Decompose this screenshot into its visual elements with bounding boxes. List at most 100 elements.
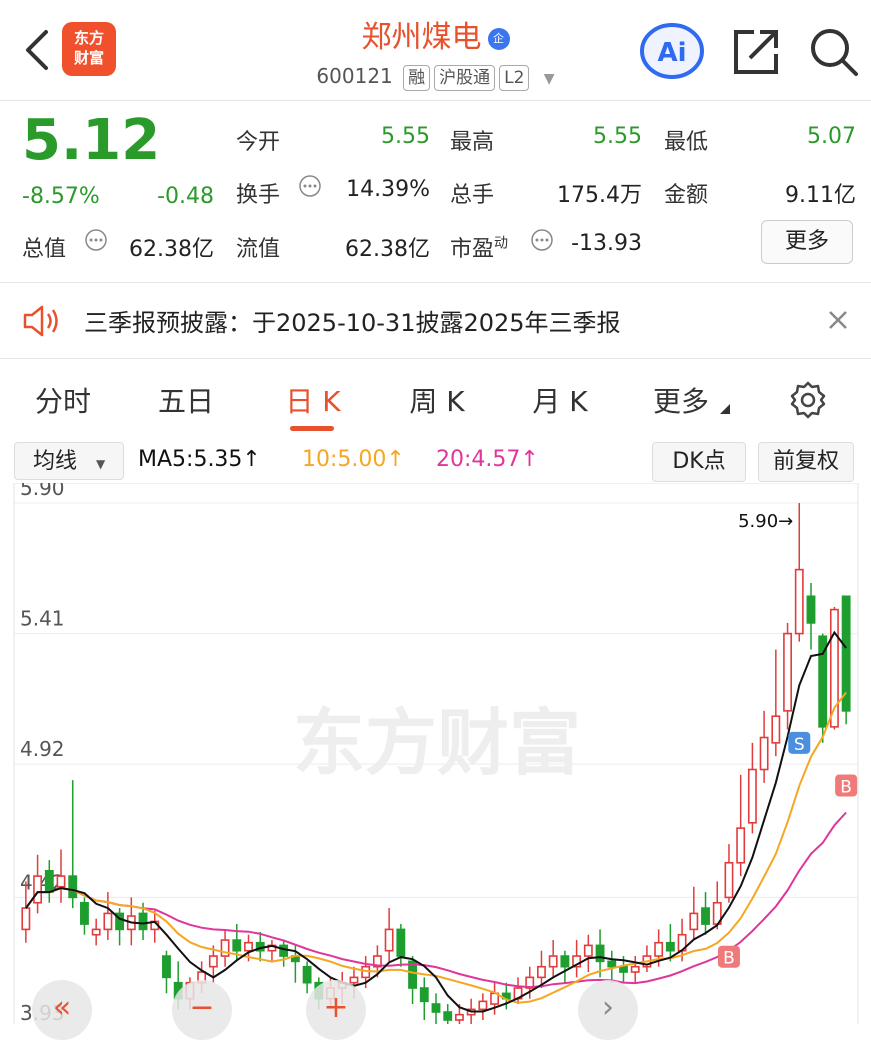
y-tick-label: 4.92	[20, 737, 65, 761]
buy-signal: B	[840, 777, 852, 797]
more-button[interactable]: 更多	[761, 220, 853, 264]
divider	[0, 100, 871, 101]
open-value: 5.55	[381, 124, 430, 149]
amount-value: 9.11亿	[785, 183, 856, 208]
divider	[0, 358, 871, 359]
change-amount: -0.48	[157, 184, 214, 209]
candle-body	[630, 965, 640, 973]
zoom-out-button[interactable]: −	[172, 980, 232, 1040]
candle-body	[759, 736, 769, 771]
settings-gear-icon[interactable]	[788, 380, 828, 420]
pe-superscript: 动	[494, 235, 509, 252]
speaker-icon	[23, 305, 58, 337]
y-axis-labels: 5.905.414.924.423.93	[20, 483, 65, 1024]
candle-body	[806, 595, 816, 624]
ma5-value: MA5:5.35↑	[138, 447, 261, 472]
tag-connect: 沪股通	[434, 65, 496, 91]
candle-body	[724, 861, 734, 899]
search-icon[interactable]	[808, 26, 860, 78]
tab-monthly-k[interactable]: 月 K	[527, 380, 593, 420]
market-cap-value: 62.38亿	[129, 237, 214, 262]
candle-body	[619, 965, 628, 973]
candle-body	[747, 768, 757, 824]
sell-signal: S	[794, 735, 805, 755]
enterprise-badge: 企	[487, 27, 510, 50]
info-dots-icon[interactable]	[298, 174, 322, 198]
share-icon[interactable]	[732, 28, 780, 76]
market-cap-label: 总值	[22, 237, 67, 262]
float-cap-label: 流值	[236, 237, 281, 262]
candle-body	[232, 939, 242, 952]
tab-five-day[interactable]: 五日	[150, 380, 222, 420]
buy-signal: B	[723, 949, 735, 969]
low-value: 5.07	[807, 124, 856, 149]
ai-label: Ai	[657, 38, 686, 68]
info-dots-icon[interactable]	[530, 228, 554, 252]
close-icon[interactable]	[826, 308, 850, 332]
info-dots-icon[interactable]	[84, 228, 108, 252]
candle-body	[162, 955, 171, 979]
current-price: 5.12	[22, 108, 161, 173]
candle-body	[44, 869, 54, 893]
candle-body	[91, 928, 101, 936]
ai-assistant-icon[interactable]: Ai	[638, 22, 706, 80]
candle-body	[701, 907, 710, 925]
zoom-in-button[interactable]: +	[306, 980, 366, 1040]
candle-body	[783, 632, 792, 712]
candle-body	[33, 875, 43, 904]
candle-body	[665, 941, 675, 952]
candle-body	[583, 944, 593, 957]
tag-margin: 融	[403, 65, 431, 91]
dk-label: DK点	[672, 449, 726, 474]
dk-point-button[interactable]: DK点	[652, 442, 746, 482]
tag-level2: L2	[499, 65, 530, 91]
candle-body	[103, 912, 113, 931]
ma10-value: 10:5.00↑	[302, 447, 405, 472]
pe-label-text: 市盈	[450, 237, 495, 262]
tab-intraday[interactable]: 分时	[28, 380, 98, 420]
candle-body	[607, 960, 617, 968]
y-tick-label: 5.41	[20, 607, 65, 631]
open-label: 今开	[236, 130, 281, 155]
dropdown-caret-icon[interactable]: ▼	[544, 71, 555, 87]
tab-more[interactable]: 更多	[646, 380, 716, 420]
low-label: 最低	[664, 130, 709, 155]
adjust-price-button[interactable]: 前复权	[758, 442, 854, 482]
candle-body	[396, 928, 406, 957]
amount-label: 金额	[664, 183, 709, 208]
candle-body	[548, 955, 558, 968]
candle-body	[21, 907, 31, 931]
volume-label: 总手	[450, 183, 495, 208]
high-label: 最高	[450, 130, 495, 155]
candle-body	[431, 1003, 441, 1013]
candle-body	[537, 965, 546, 979]
stock-code: 600121	[316, 64, 393, 88]
turnover-label: 换手	[236, 183, 281, 208]
candle-body	[68, 875, 78, 899]
candle-body	[654, 941, 664, 957]
scroll-right-button[interactable]: ›	[578, 980, 638, 1040]
candle-body	[302, 965, 312, 984]
tab-daily-k[interactable]: 日 K	[280, 380, 346, 420]
notice-text: 三季报预披露：于2025-10-31披露2025年三季报	[84, 309, 621, 337]
pe-value: -13.93	[571, 231, 642, 256]
kline-chart[interactable]: 东方财富 5.905.414.924.423.93 5.90→SBB	[0, 483, 871, 1024]
ma20-value: 20:4.57↑	[436, 447, 539, 472]
change-percent: -8.57%	[22, 184, 100, 209]
tab-weekly-k[interactable]: 周 K	[402, 380, 472, 420]
float-cap-value: 62.38亿	[345, 237, 430, 262]
candle-body	[794, 568, 804, 635]
candle-body	[560, 955, 570, 968]
candle-body	[455, 1013, 464, 1021]
candle-body	[689, 912, 699, 931]
ma-select[interactable]: 均线 ▼	[14, 442, 124, 480]
ma-select-label: 均线	[33, 449, 78, 474]
candle-body	[279, 944, 289, 957]
candle-body	[595, 944, 605, 963]
candle-body	[138, 912, 148, 931]
max-price-marker: 5.90→	[738, 511, 793, 532]
scroll-left-button[interactable]: «	[32, 980, 92, 1040]
stock-name: 郑州煤电	[361, 20, 482, 55]
watermark: 东方财富	[293, 701, 581, 785]
candle-body	[384, 928, 394, 952]
